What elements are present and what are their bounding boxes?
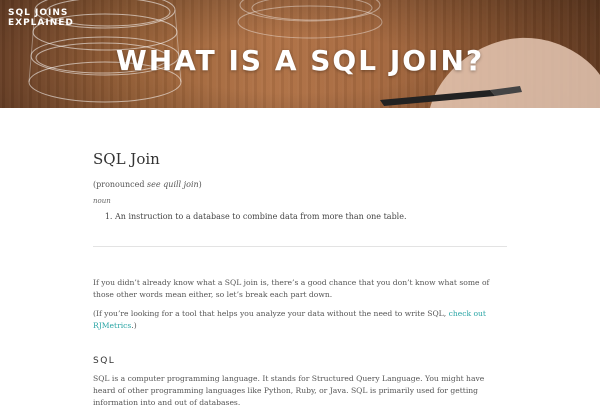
intro-paragraph: If you didn’t already know what a SQL jo… xyxy=(93,278,490,299)
pronunciation-value: see quill join xyxy=(147,180,199,189)
section-divider xyxy=(93,246,507,247)
sql-section-heading: SQL xyxy=(93,356,116,366)
definition-term: SQL Join xyxy=(93,150,160,168)
definition-list: An instruction to a database to combine … xyxy=(93,212,507,221)
brand-line-1: SQL JOINS xyxy=(8,8,69,18)
sql-paragraph: SQL is a computer programming language. … xyxy=(93,374,485,407)
definition-item: An instruction to a database to combine … xyxy=(115,212,507,221)
pronunciation-suffix: ) xyxy=(198,180,202,189)
pronunciation-prefix: (pronounced xyxy=(93,180,148,189)
brand-logo[interactable]: SQL JOINS EXPLAINED xyxy=(8,8,88,28)
hero-banner: SQL JOINS EXPLAINED WHAT IS A SQL JOIN? xyxy=(0,0,600,108)
main-content: SQL Join (pronounced see quill join) nou… xyxy=(93,150,507,409)
page-title: WHAT IS A SQL JOIN? xyxy=(115,44,485,77)
pronunciation: (pronounced see quill join) xyxy=(93,180,507,189)
part-of-speech: noun xyxy=(93,197,111,205)
brand-line-2: EXPLAINED xyxy=(8,18,74,28)
tool-note-paragraph: (If you’re looking for a tool that helps… xyxy=(93,308,507,332)
tool-note-prefix: (If you’re looking for a tool that helps… xyxy=(93,309,449,318)
tool-note-suffix: .) xyxy=(131,321,137,330)
